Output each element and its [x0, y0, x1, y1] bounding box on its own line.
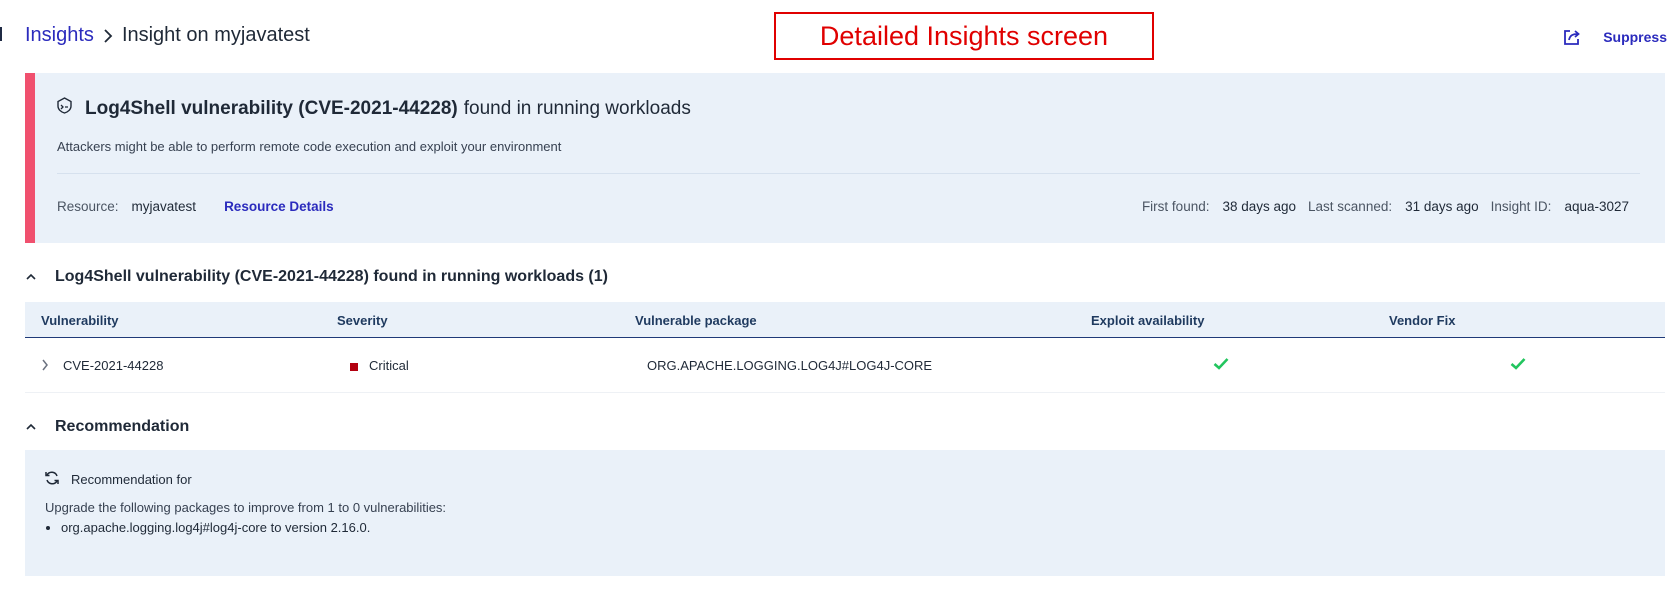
last-scanned-value: 31 days ago: [1405, 199, 1479, 214]
vendor-fix-check-icon: [1510, 357, 1526, 370]
first-found-value: 38 days ago: [1222, 199, 1297, 214]
insight-summary-panel: Log4Shell vulnerability (CVE-2021-44228)…: [25, 73, 1665, 243]
resource-label: Resource:: [57, 199, 119, 214]
chevron-right-icon: [103, 28, 113, 43]
vulnerability-icon: [56, 97, 73, 120]
refresh-icon: [44, 470, 60, 489]
column-header-vulnerability[interactable]: Vulnerability: [41, 313, 119, 328]
annotation-label: Detailed Insights screen: [774, 12, 1154, 60]
divider: [57, 173, 1640, 174]
breadcrumb-insights-link[interactable]: Insights: [25, 24, 94, 47]
insight-id-label: Insight ID:: [1490, 199, 1552, 214]
recommendation-section-header[interactable]: Recommendation: [25, 418, 189, 436]
header-actions: Suppress: [1563, 28, 1667, 46]
page-title: Insight on myjavatest: [121, 24, 310, 46]
insight-id-value: aqua-3027: [1564, 199, 1629, 214]
breadcrumb: Insights Insight on myjavatest: [25, 24, 310, 47]
recommendation-text: Upgrade the following packages to improv…: [45, 500, 447, 515]
window-edge-mark: [0, 27, 2, 41]
insight-title: Log4Shell vulnerability (CVE-2021-44228)…: [56, 97, 691, 120]
vulnerabilities-section-title: Log4Shell vulnerability (CVE-2021-44228)…: [55, 268, 608, 285]
resource-value: myjavatest: [131, 199, 197, 214]
list-item: org.apache.logging.log4j#log4j-core to v…: [61, 520, 370, 535]
column-header-vendor-fix[interactable]: Vendor Fix: [1389, 313, 1455, 328]
exploit-available-check-icon: [1213, 357, 1229, 370]
share-icon[interactable]: [1563, 28, 1581, 46]
cell-vulnerability: CVE-2021-44228: [63, 358, 164, 373]
resource-details-link[interactable]: Resource Details: [224, 199, 334, 214]
chevron-up-icon[interactable]: [25, 273, 39, 281]
insight-title-rest: found in running workloads: [463, 97, 691, 119]
last-scanned-label: Last scanned:: [1308, 199, 1393, 214]
column-header-severity[interactable]: Severity: [337, 313, 388, 328]
suppress-button[interactable]: Suppress: [1603, 29, 1667, 45]
recommendation-heading: Recommendation for: [44, 470, 192, 489]
insight-description: Attackers might be able to perform remot…: [57, 139, 562, 154]
insight-title-bold: Log4Shell vulnerability (CVE-2021-44228): [85, 97, 458, 119]
cell-package: ORG.APACHE.LOGGING.LOG4J#LOG4J-CORE: [647, 358, 933, 373]
first-found-label: First found:: [1141, 199, 1210, 214]
recommendation-list: org.apache.logging.log4j#log4j-core to v…: [61, 520, 370, 535]
cell-severity: Critical: [350, 358, 409, 373]
severity-stripe: [25, 73, 35, 243]
severity-label: Critical: [369, 358, 409, 373]
recommendation-heading-text: Recommendation for: [71, 472, 192, 487]
vulnerabilities-table: Vulnerability Severity Vulnerable packag…: [25, 302, 1665, 393]
recommendation-panel: Recommendation for Upgrade the following…: [25, 450, 1665, 576]
chevron-right-icon[interactable]: [41, 359, 49, 371]
column-header-exploit[interactable]: Exploit availability: [1091, 313, 1204, 328]
recommendation-section-title: Recommendation: [55, 418, 190, 435]
column-header-package[interactable]: Vulnerable package: [635, 313, 757, 328]
chevron-up-icon[interactable]: [25, 423, 39, 431]
table-row[interactable]: CVE-2021-44228 Critical ORG.APACHE.LOGGI…: [25, 338, 1665, 393]
insight-meta-row: Resource: myjavatest Resource Details Fi…: [57, 199, 1629, 214]
table-header: Vulnerability Severity Vulnerable packag…: [25, 302, 1665, 338]
vulnerabilities-section-header[interactable]: Log4Shell vulnerability (CVE-2021-44228)…: [25, 268, 608, 286]
severity-critical-icon: [350, 362, 358, 371]
